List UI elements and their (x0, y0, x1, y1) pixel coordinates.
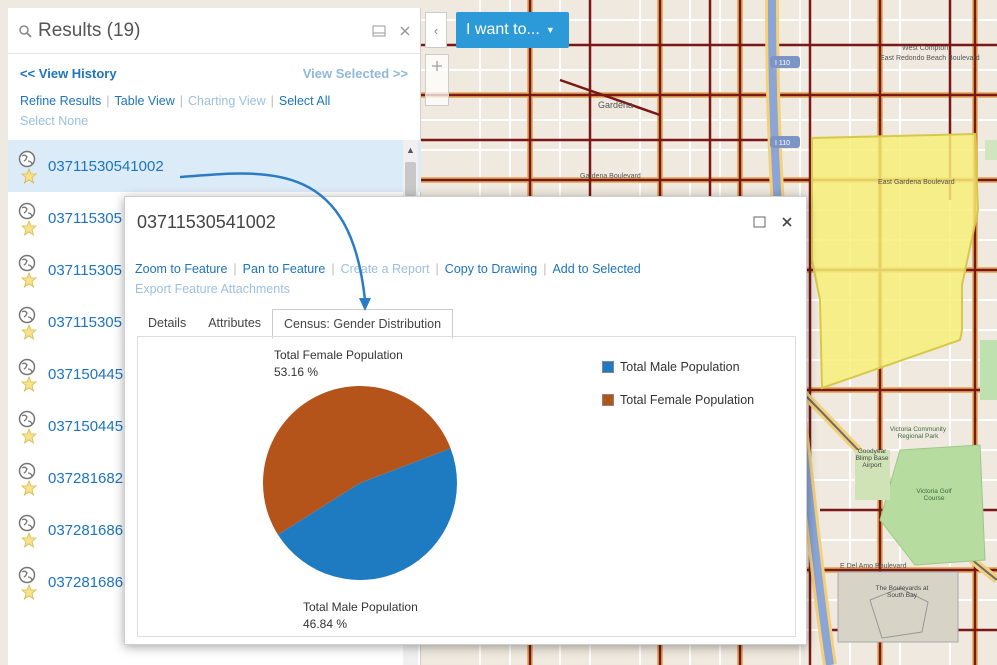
result-item-icons (18, 358, 42, 396)
result-item-icons (18, 566, 42, 604)
select-none-link[interactable]: Select None (20, 114, 88, 128)
result-item-label[interactable]: 037281682 (48, 470, 123, 487)
tab-attributes[interactable]: Attributes (197, 309, 272, 339)
globe-icon (18, 410, 36, 428)
result-item-icons (18, 514, 42, 552)
map-label-victoria-golf: Victoria Golf Course (916, 488, 952, 502)
map-label-goodyear: Goodyear Blimp Base Airport (855, 448, 889, 469)
map-label-gardena-blvd: Gardena Boulevard (580, 173, 641, 180)
star-icon[interactable] (21, 480, 37, 496)
chart-legend: Total Male Population Total Female Popul… (602, 357, 754, 423)
map-label-east-redondo: East Redondo Beach Boulevard (880, 55, 980, 62)
maximize-icon[interactable] (753, 216, 766, 228)
zoom-control[interactable] (425, 54, 449, 106)
result-item-label[interactable]: 037281686 (48, 522, 123, 539)
table-view-link[interactable]: Table View (115, 94, 175, 108)
star-icon[interactable] (21, 220, 37, 236)
zoom-in-icon[interactable] (426, 55, 448, 105)
chevron-left-icon: ‹ (433, 22, 439, 38)
tab-census-gender[interactable]: Census: Gender Distribution (272, 309, 454, 339)
star-icon[interactable] (21, 168, 37, 184)
globe-icon (18, 202, 36, 220)
globe-icon (18, 254, 36, 272)
legend-item-female[interactable]: Total Female Population (602, 390, 754, 410)
female-slice-pct: 53.16 % (274, 365, 319, 379)
female-slice-label: Total Female Population 53.16 % (274, 347, 403, 381)
pan-to-feature-link[interactable]: Pan to Feature (243, 262, 326, 276)
view-history-link[interactable]: << View History (20, 66, 117, 81)
legend-swatch-male (602, 361, 614, 373)
i-want-to-button[interactable]: I want to... ▼ (456, 12, 569, 48)
map-label-i110: I 110 (775, 60, 790, 67)
export-attachments-link[interactable]: Export Feature Attachments (135, 282, 290, 296)
star-icon[interactable] (21, 428, 37, 444)
globe-icon (18, 150, 36, 168)
map-label-i110b: I 110 (775, 140, 790, 147)
minimize-icon[interactable] (372, 25, 386, 37)
result-item-icons (18, 306, 42, 344)
result-item-icons (18, 462, 42, 500)
globe-icon (18, 462, 36, 480)
map-label-del-amo: E Del Amo Boulevard (840, 563, 907, 570)
i-want-to-label: I want to... (466, 21, 540, 38)
chart-panel: Total Female Population 53.16 % Total Ma… (137, 336, 796, 637)
add-to-selected-link[interactable]: Add to Selected (552, 262, 640, 276)
charting-view-link[interactable]: Charting View (188, 94, 266, 108)
tab-details[interactable]: Details (137, 309, 197, 339)
scroll-thumb[interactable] (405, 162, 416, 196)
result-item-icons (18, 254, 42, 292)
result-item-label[interactable]: 037115305 (48, 262, 122, 279)
star-icon[interactable] (21, 584, 37, 600)
close-icon[interactable] (782, 217, 792, 227)
result-item-label[interactable]: 037115305 (48, 314, 122, 331)
create-report-link[interactable]: Create a Report (341, 262, 430, 276)
result-item-icons (18, 202, 42, 240)
star-icon[interactable] (21, 376, 37, 392)
star-icon[interactable] (21, 272, 37, 288)
map-label-gardena: Gardena (598, 100, 633, 110)
feature-popup: 03711530541002 Zoom to Feature | Pan to Fe… (124, 196, 807, 645)
map-label-victoria-park: Victoria Community Regional Park (889, 426, 947, 440)
close-icon[interactable] (400, 25, 410, 36)
star-icon[interactable] (21, 324, 37, 340)
popup-actions: Zoom to Feature | Pan to Feature | Create a … (135, 262, 641, 296)
select-all-link[interactable]: Select All (279, 94, 330, 108)
copy-to-drawing-link[interactable]: Copy to Drawing (445, 262, 537, 276)
legend-label-male: Total Male Population (620, 360, 740, 374)
collapse-panel-button[interactable]: ‹ (425, 12, 447, 48)
view-selected-link[interactable]: View Selected >> (303, 66, 408, 81)
results-header: Results (19) (8, 8, 420, 54)
map-label-city: West Compton (902, 45, 948, 52)
male-slice-label: Total Male Population 46.84 % (303, 599, 418, 633)
result-item[interactable]: 03711530541002 (8, 140, 421, 192)
popup-tabs: Details Attributes Census: Gender Distri… (137, 309, 454, 339)
refine-results-link[interactable]: Refine Results (20, 94, 101, 108)
result-item-icons (18, 150, 42, 188)
results-actions: Refine Results | Table View | Charting View |… (20, 94, 331, 128)
search-icon (19, 24, 32, 38)
star-icon[interactable] (21, 532, 37, 548)
popup-title: 03711530541002 (137, 211, 276, 232)
legend-swatch-female (602, 394, 614, 406)
results-title: Results (19) (38, 19, 141, 41)
result-item-label[interactable]: 03711530541002 (48, 158, 164, 175)
scroll-up-icon[interactable]: ▲ (406, 145, 415, 155)
globe-icon (18, 306, 36, 324)
caret-down-icon: ▼ (545, 25, 555, 35)
legend-item-male[interactable]: Total Male Population (602, 357, 754, 377)
map-label-boulevards: The Boulevards at South Bay (875, 585, 929, 599)
zoom-to-feature-link[interactable]: Zoom to Feature (135, 262, 227, 276)
map-label-east-gardena-blvd: East Gardena Boulevard (878, 179, 955, 186)
result-item-label[interactable]: 037150445 (48, 366, 123, 383)
legend-label-female: Total Female Population (620, 393, 755, 407)
male-slice-pct: 46.84 % (303, 617, 348, 631)
result-item-label[interactable]: 037115305 (48, 210, 122, 227)
female-slice-name: Total Female Population (274, 348, 403, 362)
globe-icon (18, 514, 36, 532)
result-item-label[interactable]: 037150445 (48, 418, 123, 435)
result-item-icons (18, 410, 42, 448)
globe-icon (18, 566, 36, 584)
globe-icon (18, 358, 36, 376)
male-slice-name: Total Male Population (303, 600, 418, 614)
